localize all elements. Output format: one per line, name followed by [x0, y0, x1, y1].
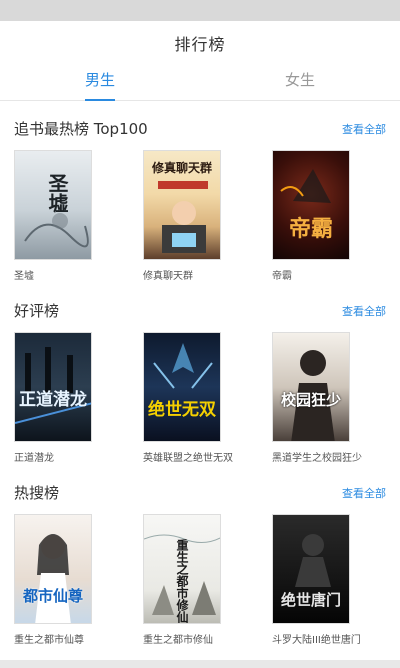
- cover-title: 都市仙尊: [22, 587, 83, 605]
- book-title: 正道潜龙: [14, 453, 54, 464]
- tab-male[interactable]: 男生: [40, 61, 160, 101]
- view-all-link[interactable]: 查看全部: [342, 485, 386, 501]
- book-cover: 校园狂少: [272, 332, 350, 442]
- cover-title: 修真聊天群: [151, 161, 212, 175]
- status-bar: [0, 0, 400, 21]
- book-title: 英雄联盟之绝世无双: [143, 453, 233, 464]
- cover-title: 帝霸: [288, 216, 333, 242]
- view-all-link[interactable]: 查看全部: [342, 303, 386, 319]
- book-cover: 圣墟: [14, 150, 92, 260]
- view-all-link[interactable]: 查看全部: [342, 121, 386, 137]
- cover-title: 校园狂少: [280, 391, 341, 409]
- gender-tabs: 男生 女生: [0, 61, 400, 101]
- section-top-rated: 好评榜 查看全部 正道潜龙 正道潜龙 绝世无双 英雄联盟之绝世无双 校园狂少 黑…: [0, 300, 400, 480]
- section-hot-top100: 追书最热榜 Top100 查看全部 圣墟 圣墟 修真聊天群 修真聊天群 帝霸 帝…: [0, 118, 400, 298]
- bottom-bar: [0, 660, 400, 668]
- section-title: 热搜榜: [14, 484, 60, 502]
- book-cover: 重生之都市修仙: [143, 514, 221, 624]
- book-title: 黑道学生之校园狂少: [272, 453, 362, 464]
- cover-title: 重生之都市修仙: [175, 539, 189, 623]
- cover-art: [280, 169, 331, 203]
- cover-title: 正道潜龙: [19, 390, 87, 410]
- book-cover: 绝世无双: [143, 332, 221, 442]
- tab-female-label: 女生: [284, 71, 315, 89]
- book-cover: 都市仙尊: [14, 514, 92, 624]
- book-title: 修真聊天群: [143, 271, 193, 282]
- active-tab-indicator: [85, 99, 115, 101]
- section-hot-search: 热搜榜 查看全部 都市仙尊 重生之都市仙尊 重生之都市修仙 重生之都市修仙 绝世…: [0, 482, 400, 662]
- book-title: 帝霸: [272, 271, 292, 282]
- section-title: 追书最热榜 Top100: [14, 120, 148, 138]
- book-title: 重生之都市仙尊: [14, 635, 84, 646]
- book-title: 斗罗大陆III绝世唐门: [272, 635, 361, 646]
- page-title: 排行榜: [174, 35, 226, 54]
- cover-art: [291, 350, 335, 441]
- cover-title: 绝世唐门: [280, 591, 341, 609]
- tab-female[interactable]: 女生: [240, 61, 360, 101]
- cover-title: 圣墟: [45, 173, 69, 213]
- cover-title: 绝世无双: [148, 400, 216, 420]
- book-title: 圣墟: [14, 271, 34, 282]
- book-cover: 帝霸: [272, 150, 350, 260]
- section-title: 好评榜: [14, 302, 60, 320]
- header: 排行榜: [0, 21, 400, 61]
- cover-art: [153, 343, 213, 389]
- book-title: 重生之都市修仙: [143, 635, 213, 646]
- book-cover: 绝世唐门: [272, 514, 350, 624]
- cover-art: [35, 534, 71, 623]
- tab-male-label: 男生: [84, 71, 115, 89]
- book-cover: 修真聊天群: [143, 150, 221, 260]
- book-cover: 正道潜龙: [14, 332, 92, 442]
